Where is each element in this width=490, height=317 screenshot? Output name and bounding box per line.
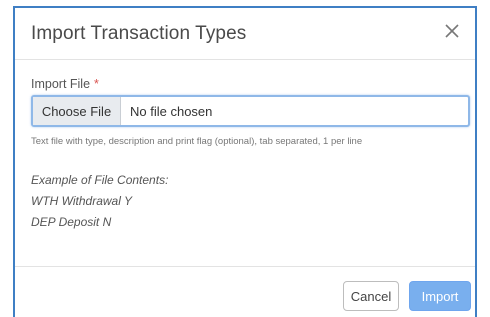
dialog-title: Import Transaction Types xyxy=(31,23,247,44)
import-file-label-text: Import File xyxy=(31,77,91,91)
import-button[interactable]: Import xyxy=(409,281,471,311)
example-block: Example of File Contents: WTH Withdrawal… xyxy=(31,170,168,233)
file-status-text: No file chosen xyxy=(130,104,213,119)
close-icon[interactable] xyxy=(443,22,461,40)
import-file-label: Import File * xyxy=(31,77,99,91)
example-line: DEP Deposit N xyxy=(31,215,112,229)
example-line: WTH Withdrawal Y xyxy=(31,194,133,208)
choose-file-button[interactable]: Choose File xyxy=(33,97,121,125)
help-text: Text file with type, description and pri… xyxy=(31,136,363,147)
import-dialog: Import Transaction Types Import File * Ch… xyxy=(13,6,477,317)
cancel-button[interactable]: Cancel xyxy=(343,281,399,311)
file-input[interactable]: Choose File No file chosen xyxy=(31,95,470,127)
example-heading: Example of File Contents: xyxy=(31,173,169,187)
dialog-header: Import Transaction Types xyxy=(15,8,475,60)
footer-divider xyxy=(15,266,475,267)
required-asterisk: * xyxy=(94,77,99,91)
